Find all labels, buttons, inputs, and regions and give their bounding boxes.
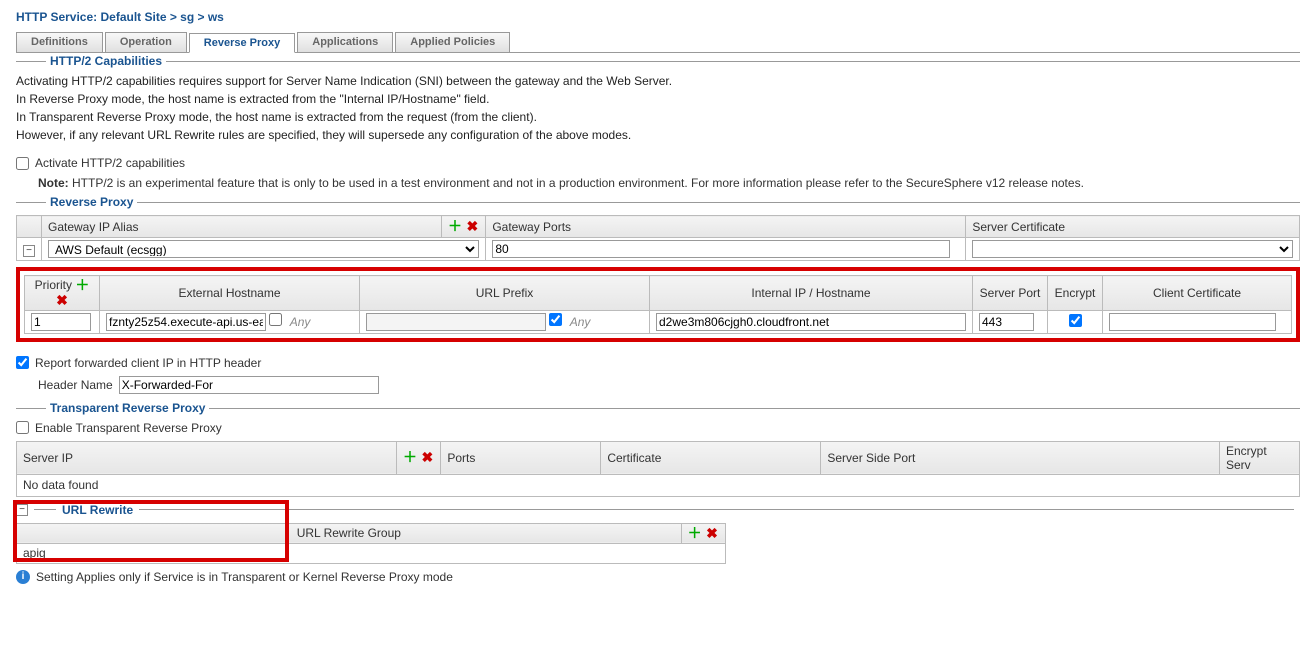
priority-header: Priority ＋ ✖ [25, 276, 100, 311]
gw-icons-header: ＋ ✖ [442, 216, 486, 238]
rules-highlight-box: Priority ＋ ✖ External Hostname URL Prefi… [16, 267, 1300, 342]
int-host-input[interactable] [656, 313, 966, 331]
trp-icons-header: ＋ ✖ [397, 441, 441, 474]
http2-desc-line2: In Reverse Proxy mode, the host name is … [16, 90, 1300, 108]
tabs: Definitions Operation Reverse Proxy Appl… [16, 32, 1300, 53]
transparent-rp-legend: Transparent Reverse Proxy [46, 401, 209, 415]
client-cert-input[interactable] [1109, 313, 1276, 331]
url-rewrite-legend: URL Rewrite [62, 503, 133, 517]
add-url-rg-icon[interactable]: ＋ [688, 527, 702, 541]
http2-note: Note: HTTP/2 is an experimental feature … [38, 176, 1300, 190]
transparent-rp-fieldset: Transparent Reverse Proxy Enable Transpa… [16, 408, 1300, 497]
rule-row: Any Any [25, 310, 1292, 333]
breadcrumb: HTTP Service: Default Site > sg > ws [16, 10, 1300, 24]
server-port-header: Server Port [973, 276, 1048, 311]
trp-encrypt-header: Encrypt Serv [1220, 441, 1300, 474]
url-rg-row: apig [17, 543, 726, 563]
encrypt-header: Encrypt [1048, 276, 1103, 311]
ext-host-header: External Hostname [100, 276, 360, 311]
http2-fieldset: HTTP/2 Capabilities Activating HTTP/2 ca… [16, 61, 1300, 190]
add-trp-icon[interactable]: ＋ [403, 451, 417, 465]
note-text: HTTP/2 is an experimental feature that i… [69, 176, 1084, 190]
trp-cert-header: Certificate [601, 441, 821, 474]
collapse-url-rewrite-icon[interactable]: − [16, 504, 28, 516]
trp-no-data-cell: No data found [17, 474, 1300, 496]
ext-host-input[interactable] [106, 313, 266, 331]
gateway-alias-select[interactable]: AWS Default (ecsgg) [48, 240, 479, 258]
priority-input[interactable] [31, 313, 91, 331]
url-rg-value[interactable]: apig [17, 543, 726, 563]
gateway-row: − AWS Default (ecsgg) [17, 238, 1300, 261]
delete-trp-icon[interactable]: ✖ [420, 451, 434, 465]
add-gateway-icon[interactable]: ＋ [448, 220, 462, 234]
expand-column-header [17, 216, 42, 238]
tab-operation[interactable]: Operation [105, 32, 187, 52]
tab-definitions[interactable]: Definitions [16, 32, 103, 52]
reverse-proxy-fieldset: Reverse Proxy Gateway IP Alias ＋ ✖ Gatew… [16, 202, 1300, 394]
server-ip-header: Server IP [17, 441, 397, 474]
enable-trp-checkbox[interactable] [16, 421, 29, 434]
trp-ports-header: Ports [441, 441, 601, 474]
gw-alias-header: Gateway IP Alias [42, 216, 442, 238]
delete-url-rg-icon[interactable]: ✖ [705, 527, 719, 541]
url-rewrite-section: − URL Rewrite URL Rewrite Group ＋ ✖ apig… [16, 503, 1300, 584]
http2-desc-line3: In Transparent Reverse Proxy mode, the h… [16, 108, 1300, 126]
url-prefix-input [366, 313, 546, 331]
encrypt-checkbox[interactable] [1069, 314, 1082, 327]
tab-reverse-proxy[interactable]: Reverse Proxy [189, 33, 295, 53]
activate-http2-checkbox[interactable] [16, 157, 29, 170]
http2-description: Activating HTTP/2 capabilities requires … [16, 72, 1300, 144]
server-cert-header: Server Certificate [966, 216, 1300, 238]
url-prefix-any-label: Any [570, 315, 591, 329]
info-icon: i [16, 570, 30, 584]
gw-ports-header: Gateway Ports [486, 216, 966, 238]
url-prefix-header: URL Prefix [360, 276, 650, 311]
collapse-row-icon[interactable]: − [23, 245, 35, 257]
rules-table: Priority ＋ ✖ External Hostname URL Prefi… [24, 275, 1292, 334]
url-rewrite-info: i Setting Applies only if Service is in … [16, 570, 1300, 584]
report-ip-checkbox[interactable] [16, 356, 29, 369]
trp-table: Server IP ＋ ✖ Ports Certificate Server S… [16, 441, 1300, 497]
enable-trp-label: Enable Transparent Reverse Proxy [35, 421, 222, 435]
header-name-label: Header Name [38, 378, 113, 392]
trp-ssp-header: Server Side Port [821, 441, 1220, 474]
url-prefix-any-checkbox[interactable] [549, 313, 562, 326]
ext-host-any-checkbox[interactable] [269, 313, 282, 326]
url-rg-header: URL Rewrite Group [17, 523, 682, 543]
delete-gateway-icon[interactable]: ✖ [465, 220, 479, 234]
http2-legend: HTTP/2 Capabilities [46, 54, 166, 68]
delete-rule-icon[interactable]: ✖ [55, 294, 69, 308]
ext-host-any-label: Any [290, 315, 311, 329]
http2-desc-line1: Activating HTTP/2 capabilities requires … [16, 72, 1300, 90]
gateway-ports-input[interactable] [492, 240, 950, 258]
report-ip-label: Report forwarded client IP in HTTP heade… [35, 356, 261, 370]
add-rule-icon[interactable]: ＋ [75, 279, 89, 293]
note-prefix: Note: [38, 176, 69, 190]
tab-applied-policies[interactable]: Applied Policies [395, 32, 510, 52]
header-name-input[interactable] [119, 376, 379, 394]
url-rewrite-info-text: Setting Applies only if Service is in Tr… [36, 570, 453, 584]
url-rg-icons: ＋ ✖ [681, 523, 725, 543]
url-rewrite-table: URL Rewrite Group ＋ ✖ apig [16, 523, 726, 564]
int-host-header: Internal IP / Hostname [650, 276, 973, 311]
reverse-proxy-legend: Reverse Proxy [46, 195, 137, 209]
gateway-table: Gateway IP Alias ＋ ✖ Gateway Ports Serve… [16, 215, 1300, 261]
activate-http2-label: Activate HTTP/2 capabilities [35, 156, 185, 170]
server-port-input[interactable] [979, 313, 1034, 331]
tab-applications[interactable]: Applications [297, 32, 393, 52]
trp-no-data-row: No data found [17, 474, 1300, 496]
server-cert-select[interactable] [972, 240, 1293, 258]
client-cert-header: Client Certificate [1103, 276, 1292, 311]
http2-desc-line4: However, if any relevant URL Rewrite rul… [16, 126, 1300, 144]
